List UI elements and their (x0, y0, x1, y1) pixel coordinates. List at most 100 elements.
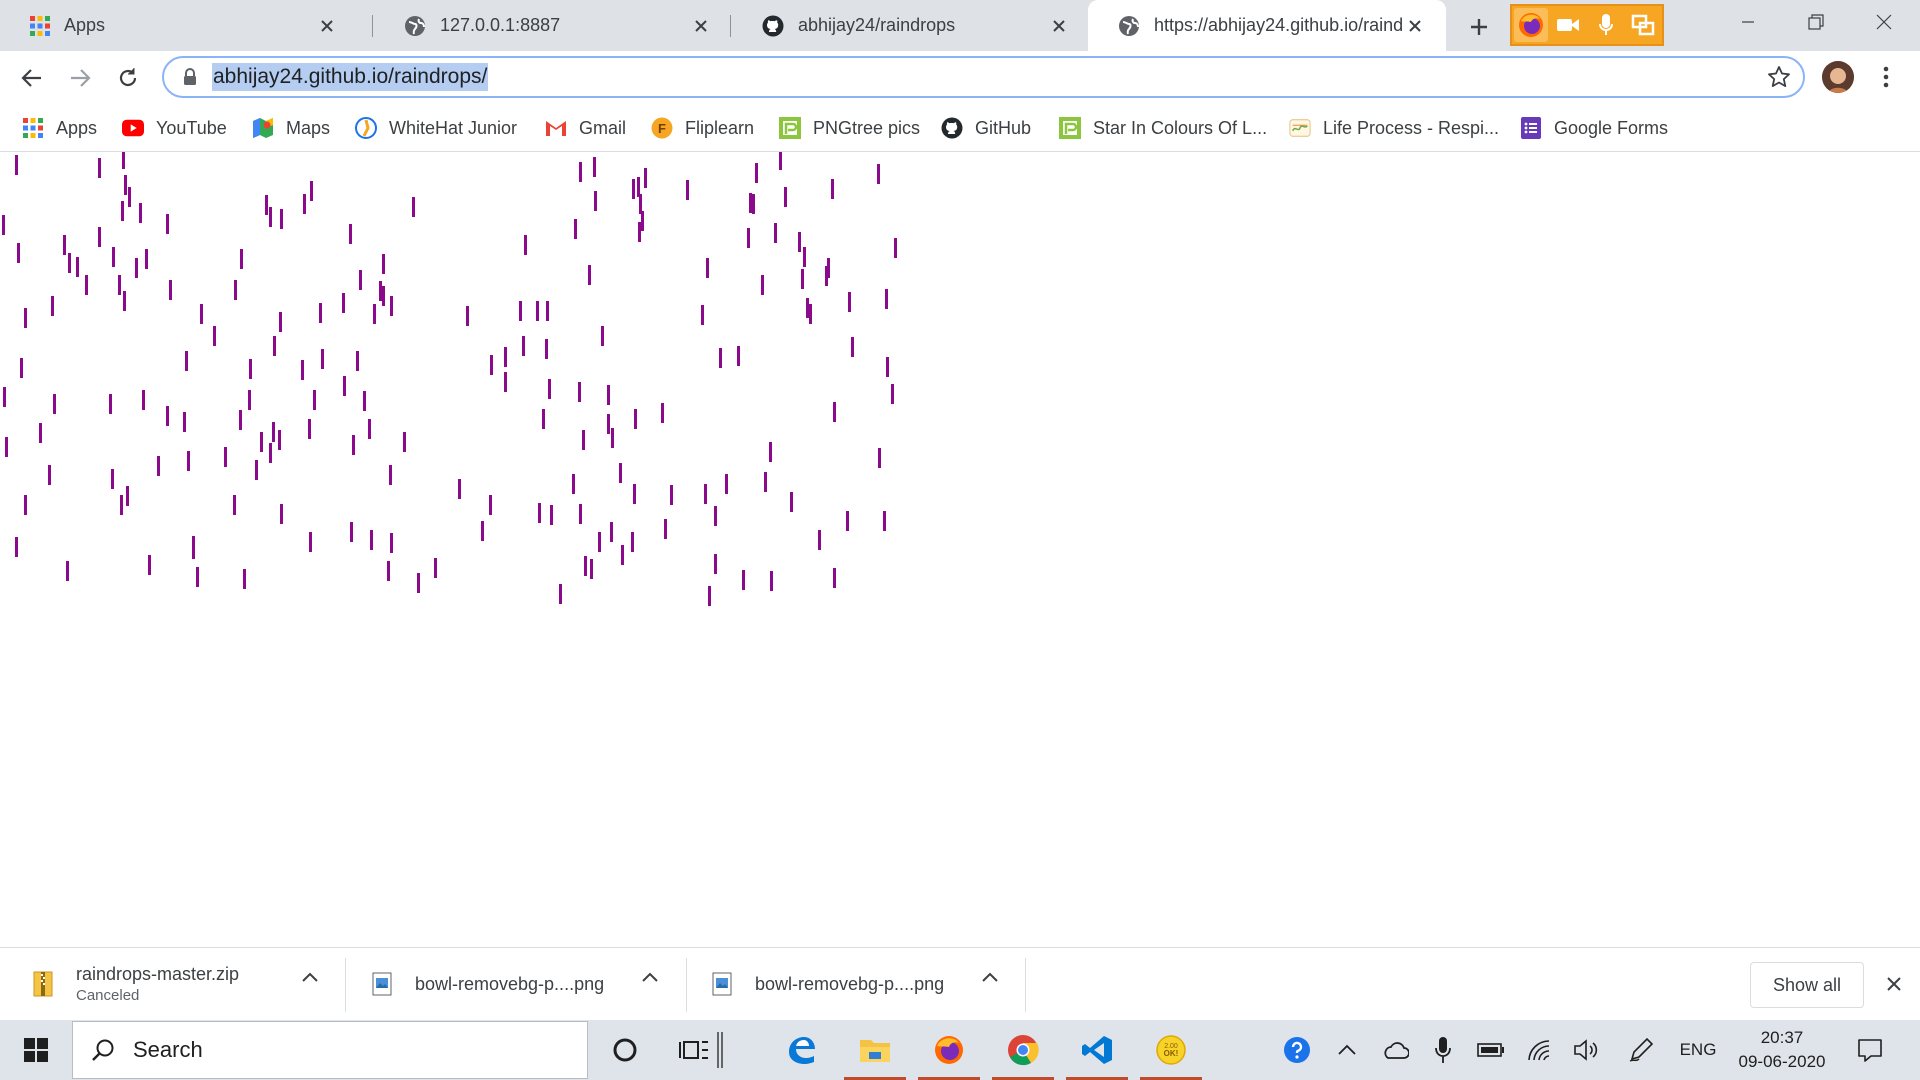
raindrop (349, 224, 352, 244)
raindrop (466, 306, 469, 326)
download-item[interactable]: bowl-removebg-p....png (707, 956, 944, 1012)
chrome-icon[interactable] (986, 1020, 1060, 1080)
raindrop (809, 304, 812, 324)
bookmark-apps[interactable]: Apps (22, 113, 97, 143)
microphone-icon[interactable] (1589, 8, 1623, 42)
firefox-icon[interactable] (912, 1020, 986, 1080)
bookmark-pngtree[interactable]: PNGtree pics (779, 113, 920, 143)
bookmark-fliplearn[interactable]: F Fliplearn (651, 113, 754, 143)
taskbar-search-box[interactable]: Search (72, 1021, 588, 1079)
image-file-icon (707, 972, 737, 996)
firefox-icon[interactable] (1513, 8, 1548, 42)
raindrop (15, 537, 18, 557)
raindrop (24, 495, 27, 515)
tab-title: abhijay24/raindrops (798, 15, 956, 35)
avatar[interactable] (1822, 61, 1854, 93)
bookmark-star-icon[interactable] (1767, 65, 1791, 89)
raindrop (48, 465, 51, 485)
minimize-button[interactable] (1714, 0, 1782, 44)
close-icon[interactable] (688, 13, 714, 39)
close-icon[interactable] (1880, 970, 1908, 998)
raindrop (53, 394, 56, 414)
pen-icon[interactable] (1624, 1032, 1658, 1068)
address-bar[interactable]: abhijay24.github.io/raindrops/ (162, 56, 1805, 98)
bookmark-star-in-colours[interactable]: Star In Colours Of L... (1059, 113, 1267, 143)
bookmark-google-forms[interactable]: Google Forms (1520, 113, 1668, 143)
tab-apps[interactable]: Apps (0, 0, 358, 51)
language-indicator[interactable]: ENG (1676, 1032, 1720, 1068)
search-placeholder: Search (133, 1037, 203, 1062)
close-icon[interactable] (1046, 13, 1072, 39)
raindrop (233, 495, 236, 515)
raindrop (891, 384, 894, 404)
start-button[interactable] (0, 1020, 72, 1080)
raindrop (123, 291, 126, 311)
vscode-icon[interactable] (1060, 1020, 1134, 1080)
minimize-icon (1742, 21, 1754, 23)
close-icon[interactable] (1402, 13, 1428, 39)
file-explorer-icon[interactable] (838, 1020, 912, 1080)
notification-center-icon[interactable] (1852, 1032, 1888, 1068)
system-clock[interactable]: 20:37 09-06-2020 (1730, 1026, 1834, 1074)
raindrop (701, 305, 704, 325)
show-all-button[interactable]: Show all (1750, 962, 1864, 1008)
microphone-icon[interactable] (1426, 1032, 1460, 1068)
volume-icon[interactable] (1570, 1032, 1604, 1068)
new-tab-button[interactable] (1462, 10, 1496, 44)
chevron-up-icon[interactable] (637, 964, 663, 990)
bookmark-github[interactable]: GitHub (941, 113, 1031, 143)
raindrop (784, 187, 787, 207)
bookmark-life-process[interactable]: Life Process - Respi... (1289, 113, 1499, 143)
raindrop (368, 419, 371, 439)
reload-button[interactable] (110, 60, 146, 96)
download-item[interactable]: raindrops-master.zip Canceled (28, 956, 239, 1012)
forward-button[interactable] (62, 60, 98, 96)
raindrop (166, 214, 169, 234)
lock-icon[interactable] (180, 68, 200, 86)
chrome-menu-button[interactable] (1872, 63, 1900, 91)
tab-raindrops-active[interactable]: https://abhijay24.github.io/raindr (1088, 0, 1446, 51)
raindrop (706, 258, 709, 278)
restore-button[interactable] (1782, 0, 1850, 44)
close-window-button[interactable] (1850, 0, 1918, 44)
raindrop (559, 584, 562, 604)
divider (345, 958, 346, 1012)
onedrive-cloud-icon[interactable] (1378, 1032, 1412, 1068)
bookmark-label: PNGtree pics (813, 117, 921, 138)
tab-localhost[interactable]: 127.0.0.1:8887 (374, 0, 732, 51)
raindrop (187, 451, 190, 471)
url-text[interactable]: abhijay24.github.io/raindrops/ (212, 63, 489, 91)
raindrop (670, 485, 673, 505)
raindrop (350, 522, 353, 542)
raindrop (827, 258, 830, 278)
bookmark-youtube[interactable]: YouTube (122, 113, 227, 143)
close-icon[interactable] (314, 13, 340, 39)
bookmark-whitehat-junior[interactable]: WhiteHat Junior (355, 113, 517, 143)
raindrop (883, 511, 886, 531)
battery-icon[interactable] (1474, 1032, 1508, 1068)
screen-share-icon[interactable] (1626, 8, 1660, 42)
chevron-up-icon[interactable] (1330, 1032, 1364, 1068)
tab-github-repo[interactable]: abhijay24/raindrops (732, 0, 1090, 51)
bookmark-gmail[interactable]: Gmail (545, 113, 626, 143)
raindrop (833, 402, 836, 422)
raindrop (779, 152, 782, 170)
raindrop (387, 561, 390, 581)
edge-icon[interactable] (764, 1020, 838, 1080)
chevron-up-icon[interactable] (297, 964, 323, 990)
reload-icon (119, 68, 137, 87)
help-icon[interactable] (1280, 1032, 1314, 1068)
back-button[interactable] (14, 60, 50, 96)
chevron-up-icon[interactable] (977, 964, 1003, 990)
bookmark-maps[interactable]: Maps (252, 113, 330, 143)
cortana-icon[interactable] (588, 1020, 662, 1080)
points-app-icon[interactable]: 2.00 OK! (1134, 1020, 1208, 1080)
raindrops-canvas[interactable] (0, 152, 900, 612)
video-camera-icon[interactable] (1551, 8, 1585, 42)
raindrop (352, 435, 355, 455)
download-item[interactable]: bowl-removebg-p....png (367, 956, 604, 1012)
wifi-icon[interactable] (1522, 1032, 1556, 1068)
raindrop (831, 179, 834, 199)
raindrop (578, 382, 581, 402)
raindrop (412, 197, 415, 217)
